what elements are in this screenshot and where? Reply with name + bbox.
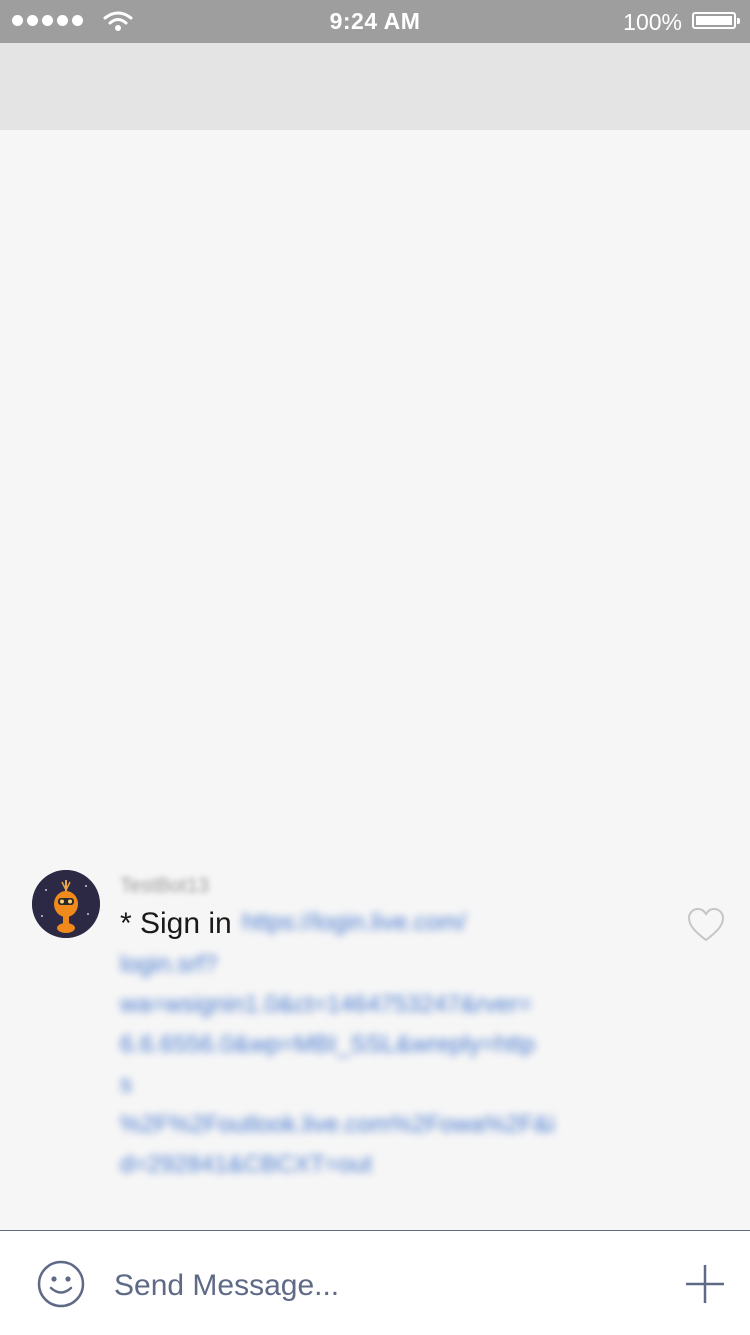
- message-composer: [0, 1230, 750, 1335]
- robot-avatar-icon[interactable]: [32, 870, 100, 938]
- heart-icon[interactable]: [686, 906, 726, 944]
- link-line[interactable]: https://login.live.com/: [242, 906, 662, 940]
- sender-name: TestBot13: [120, 875, 209, 897]
- status-bar: 9:24 AM 100%: [0, 0, 750, 43]
- link-line[interactable]: %2F%2Foutlook.live.com%2Fowa%2F&i: [120, 1108, 660, 1142]
- link-line[interactable]: login.srf?: [120, 948, 250, 982]
- smiley-icon[interactable]: [36, 1259, 86, 1309]
- navigation-bar: [0, 43, 750, 130]
- link-line[interactable]: 6.6.6556.0&wp=MBI_SSL&wreply=http: [120, 1028, 655, 1062]
- plus-icon[interactable]: [684, 1263, 726, 1305]
- message-input[interactable]: [112, 1265, 636, 1307]
- battery-icon: [692, 12, 740, 29]
- link-line[interactable]: s: [120, 1068, 145, 1102]
- link-line[interactable]: wa=wsignin1.0&ct=1464753247&rver=: [120, 988, 660, 1022]
- battery-percent: 100%: [623, 9, 682, 35]
- link-line[interactable]: d=292841&CBCXT=out: [120, 1148, 450, 1182]
